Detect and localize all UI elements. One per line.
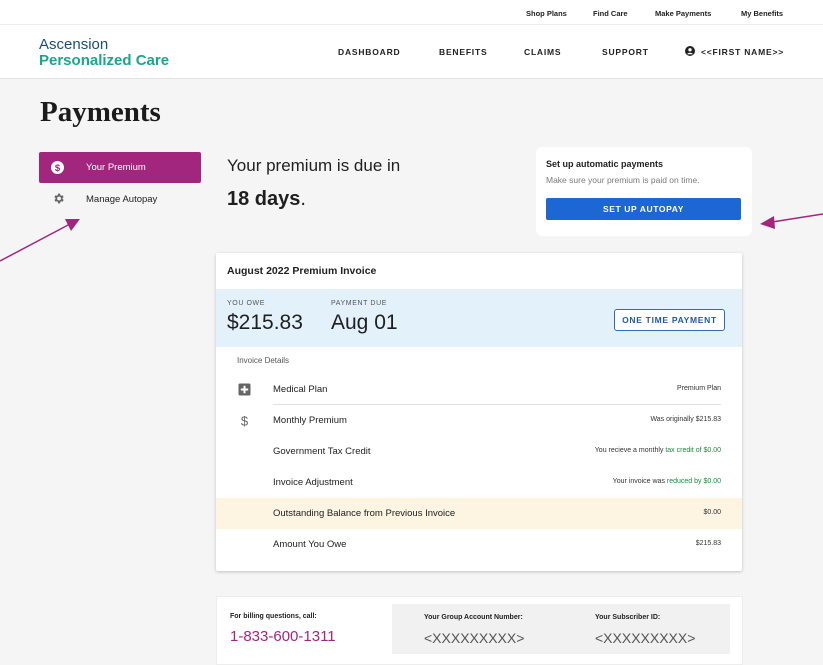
brand-logo-line1[interactable]: Ascension (39, 36, 108, 53)
autopay-card: Set up automatic payments Make sure your… (536, 147, 752, 236)
row-value: Your invoice was reduced by $0.00 (613, 478, 721, 485)
you-owe-label: YOU OWE (227, 300, 266, 307)
invoice-title: August 2022 Premium Invoice (227, 265, 377, 277)
user-menu[interactable]: <<FIRST NAME>> (701, 47, 784, 57)
row-value-prefix: Your invoice was (612, 478, 667, 485)
row-value: Premium Plan (677, 385, 721, 392)
autopay-subtitle: Make sure your premium is paid on time. (546, 175, 700, 185)
gear-icon (54, 193, 64, 204)
invoice-row-monthly-premium: $ Monthly Premium Was originally $215.83 (216, 405, 742, 436)
svg-text:$: $ (241, 414, 249, 427)
group-account-value: <XXXXXXXXX> (424, 630, 525, 646)
annotation-arrow-right (771, 213, 823, 223)
sidebar-item-label: Manage Autopay (86, 194, 158, 205)
invoice-row-adjustment: Invoice Adjustment Your invoice was redu… (216, 467, 742, 498)
row-label: Invoice Adjustment (273, 477, 353, 488)
one-time-payment-button[interactable]: ONE TIME PAYMENT (614, 309, 725, 331)
billing-phone-link[interactable]: 1-833-600-1311 (230, 628, 336, 645)
invoice-row-medical-plan: Medical Plan Premium Plan (216, 374, 742, 405)
make-payments-link[interactable]: Make Payments (655, 9, 711, 18)
annotation-arrowhead-left (65, 219, 80, 231)
page-title: Payments (40, 96, 161, 128)
nav-benefits[interactable]: BENEFITS (439, 47, 487, 57)
invoice-details-title: Invoice Details (237, 356, 290, 365)
sidebar-item-manage-autopay[interactable]: Manage Autopay (39, 184, 201, 214)
dollar-circle-icon: $ (51, 161, 64, 174)
invoice-row-tax-credit: Government Tax Credit You recieve a mont… (216, 436, 742, 467)
billing-info-panel: For billing questions, call: 1-833-600-1… (216, 596, 743, 665)
premium-due-days: 18 days. (227, 188, 306, 211)
invoice-row-outstanding-balance: Outstanding Balance from Previous Invoic… (216, 498, 742, 529)
nav-claims[interactable]: CLAIMS (524, 47, 561, 57)
payment-due-label: PAYMENT DUE (331, 300, 387, 307)
row-value: $215.83 (695, 540, 721, 547)
autopay-title: Set up automatic payments (546, 159, 664, 169)
row-label: Outstanding Balance from Previous Invoic… (273, 508, 456, 519)
shop-plans-link[interactable]: Shop Plans (526, 9, 567, 18)
payment-due-value: Aug 01 (331, 311, 398, 334)
annotation-arrowhead-right (760, 216, 775, 229)
dollar-icon: $ (241, 414, 249, 427)
premium-due-message: Your premium is due in (227, 156, 401, 175)
set-up-autopay-button[interactable]: SET UP AUTOPAY (546, 198, 741, 220)
find-care-link[interactable]: Find Care (593, 9, 628, 18)
sidebar-item-label: Your Premium (86, 162, 146, 173)
row-value-reduction: reduced by $0.00 (666, 478, 721, 485)
amount-owed-panel: YOU OWE $215.83 PAYMENT DUE Aug 01 ONE T… (216, 289, 742, 347)
svg-text:$: $ (55, 163, 61, 174)
main-header: Ascension Personalized Care DASHBOARD BE… (0, 25, 823, 79)
row-label: Government Tax Credit (273, 446, 371, 457)
brand-logo-line2[interactable]: Personalized Care (39, 52, 169, 69)
due-days-suffix: . (300, 188, 306, 210)
plus-square-icon (238, 383, 251, 396)
row-value-prefix: You recieve a monthly (594, 447, 666, 454)
subscriber-id-value: <XXXXXXXXX> (595, 630, 696, 646)
due-days-value: 18 days (227, 188, 301, 210)
invoice-row-amount-owed: Amount You Owe $215.83 (216, 529, 742, 560)
row-value: Was originally $215.83 (650, 416, 721, 423)
row-label: Monthly Premium (273, 415, 347, 426)
sidebar-item-your-premium[interactable]: $ Your Premium (39, 152, 201, 183)
nav-support[interactable]: SUPPORT (602, 47, 649, 57)
row-value-credit: tax credit of $0.00 (665, 447, 721, 454)
row-value: $0.00 (703, 509, 721, 516)
annotation-arrow-left (0, 223, 71, 262)
nav-dashboard[interactable]: DASHBOARD (338, 47, 400, 57)
subscriber-id-label: Your Subscriber ID: (595, 614, 661, 621)
account-ids-box: Your Group Account Number: <XXXXXXXXX> Y… (392, 604, 730, 654)
you-owe-value: $215.83 (227, 311, 303, 334)
row-value: You recieve a monthly tax credit of $0.0… (595, 447, 721, 454)
utility-bar: Shop Plans Find Care Make Payments My Be… (0, 0, 823, 25)
invoice-card: August 2022 Premium Invoice YOU OWE $215… (216, 253, 742, 571)
row-label: Medical Plan (273, 384, 328, 395)
group-account-label: Your Group Account Number: (424, 614, 523, 621)
row-label: Amount You Owe (273, 539, 347, 550)
my-benefits-link[interactable]: My Benefits (741, 9, 783, 18)
billing-call-label: For billing questions, call: (230, 613, 317, 620)
user-circle-icon (685, 46, 695, 56)
